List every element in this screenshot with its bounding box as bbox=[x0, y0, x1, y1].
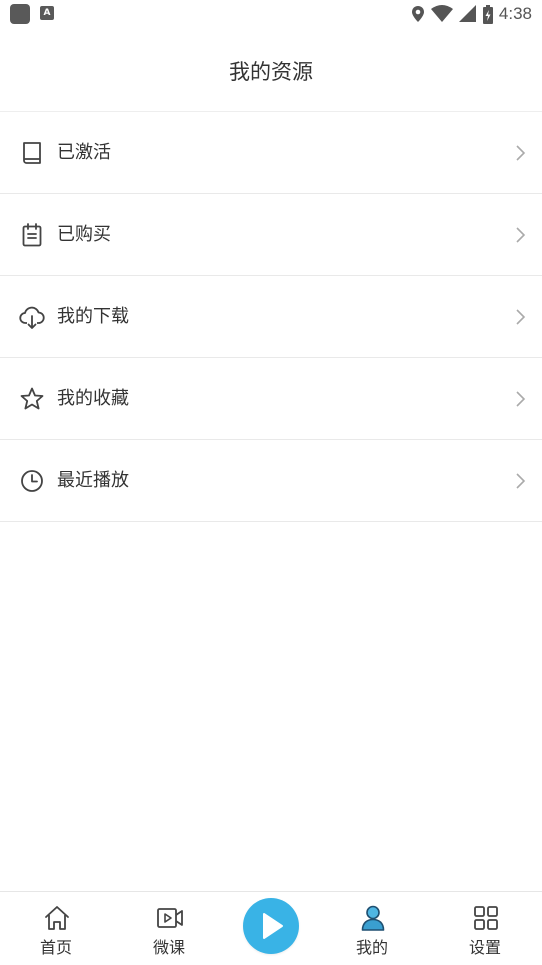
tab-home[interactable]: 首页 bbox=[16, 892, 96, 965]
tab-bar: 首页 微课 我的 设置 bbox=[0, 891, 542, 965]
app-notification-icon bbox=[10, 4, 30, 24]
chevron-right-icon bbox=[516, 309, 526, 325]
chevron-right-icon bbox=[516, 227, 526, 243]
list-item-label: 已购买 bbox=[57, 224, 111, 245]
tab-label: 设置 bbox=[468, 938, 501, 957]
header: 我的资源 bbox=[0, 28, 542, 112]
status-time: 4:38 bbox=[498, 4, 532, 23]
tab-microcourse[interactable]: 微课 bbox=[129, 892, 209, 965]
star-icon bbox=[20, 387, 44, 410]
list-item-activated[interactable]: 已激活 bbox=[0, 112, 542, 194]
list-item-recent[interactable]: 最近播放 bbox=[0, 440, 542, 522]
list-item-favorites[interactable]: 我的收藏 bbox=[0, 358, 542, 440]
keyboard-a-icon: A bbox=[40, 6, 54, 20]
page-title: 我的资源 bbox=[229, 60, 313, 84]
signal-icon bbox=[458, 5, 476, 22]
book-icon bbox=[23, 142, 41, 164]
tab-mine[interactable]: 我的 bbox=[332, 892, 412, 965]
status-bar-right: 4:38 bbox=[411, 0, 532, 28]
chevron-right-icon bbox=[516, 473, 526, 489]
list-item-downloads[interactable]: 我的下载 bbox=[0, 276, 542, 358]
list-item-label: 已激活 bbox=[57, 142, 111, 163]
play-button[interactable] bbox=[243, 898, 299, 954]
list-item-label: 我的下载 bbox=[57, 306, 129, 327]
location-icon bbox=[411, 6, 424, 22]
home-icon bbox=[45, 906, 69, 930]
user-icon bbox=[361, 905, 385, 931]
clock-icon bbox=[21, 470, 43, 492]
status-bar: A 4:38 bbox=[0, 0, 542, 28]
list-item-purchased[interactable]: 已购买 bbox=[0, 194, 542, 276]
grid-icon bbox=[474, 906, 498, 930]
clipboard-icon bbox=[22, 223, 42, 247]
list-item-label: 最近播放 bbox=[57, 470, 129, 491]
video-icon bbox=[157, 908, 183, 928]
wifi-icon bbox=[430, 5, 453, 22]
tab-label: 微课 bbox=[152, 938, 185, 957]
list-item-label: 我的收藏 bbox=[57, 388, 129, 409]
chevron-right-icon bbox=[516, 391, 526, 407]
chevron-right-icon bbox=[516, 145, 526, 161]
tab-label: 我的 bbox=[355, 938, 388, 957]
tab-settings[interactable]: 设置 bbox=[445, 892, 525, 965]
play-icon bbox=[263, 913, 283, 939]
cloud-download-icon bbox=[19, 306, 45, 329]
battery-charging-icon bbox=[482, 4, 493, 24]
resource-list: 已激活 已购买 我的下载 我的收藏 最近播放 bbox=[0, 112, 542, 522]
tab-label: 首页 bbox=[39, 938, 72, 957]
